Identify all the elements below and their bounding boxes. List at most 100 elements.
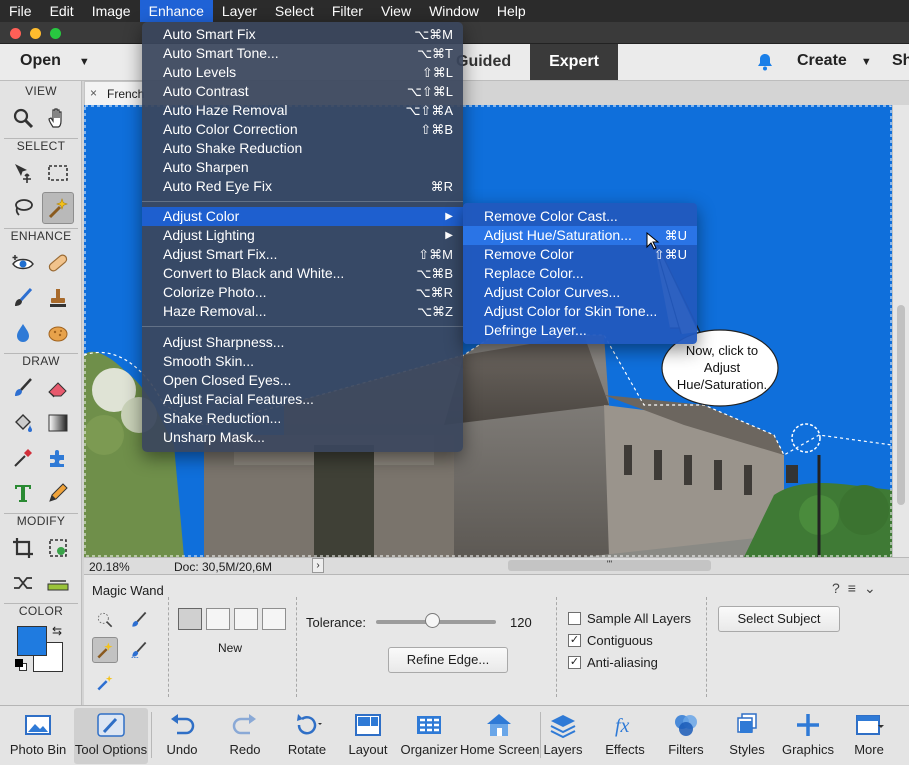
lasso-tool[interactable] [7, 192, 39, 224]
taskbar-home-screen[interactable]: Home Screen [460, 708, 539, 764]
submenu-item-adjust-hue-saturation[interactable]: Adjust Hue/Saturation... ⌘U [463, 226, 697, 245]
menu-item-colorize-photo[interactable]: Colorize Photo... ⌥⌘R [142, 283, 463, 302]
menu-item-adjust-sharpness[interactable]: Adjust Sharpness... [142, 333, 463, 352]
menu-item-auto-red-eye-fix[interactable]: Auto Red Eye Fix ⌘R [142, 177, 463, 196]
taskbar-tool-options[interactable]: Tool Options [74, 708, 148, 764]
menu-item-convert-black-white[interactable]: Convert to Black and White... ⌥⌘B [142, 264, 463, 283]
gradient-tool[interactable] [42, 407, 74, 439]
eraser-tool[interactable] [42, 372, 74, 404]
eyedropper-tool[interactable] [7, 442, 39, 474]
menu-item-auto-contrast[interactable]: Auto Contrast ⌥⇧⌘L [142, 82, 463, 101]
magic-wand-tool[interactable] [42, 192, 74, 224]
swap-colors-icon[interactable]: ⇆ [52, 624, 62, 638]
menu-item-smooth-skin[interactable]: Smooth Skin... [142, 352, 463, 371]
scroll-thumb[interactable] [897, 305, 905, 505]
menu-item-adjust-lighting[interactable]: Adjust Lighting ▶ [142, 226, 463, 245]
type-tool[interactable] [7, 477, 39, 509]
menu-select[interactable]: Select [266, 0, 323, 22]
help-icon[interactable]: ? [832, 580, 840, 597]
crop-tool[interactable] [7, 532, 39, 564]
horizontal-scrollbar[interactable]: ''' [508, 560, 711, 571]
menu-filter[interactable]: Filter [323, 0, 372, 22]
panel-menu-icon[interactable]: ≡ [848, 580, 856, 597]
foreground-color-swatch[interactable] [17, 626, 47, 656]
blur-tool[interactable] [7, 317, 39, 349]
magic-wand-option[interactable] [92, 637, 118, 663]
menu-view[interactable]: View [372, 0, 420, 22]
sample-all-layers-checkbox[interactable]: Sample All Layers [568, 611, 691, 626]
content-aware-move-tool[interactable] [7, 567, 39, 599]
menu-item-shake-reduction[interactable]: Shake Reduction... [142, 409, 463, 428]
menu-edit[interactable]: Edit [41, 0, 83, 22]
menu-item-auto-smart-tone[interactable]: Auto Smart Tone... ⌥⌘T [142, 44, 463, 63]
intersect-selection-mode[interactable] [262, 608, 286, 630]
tab-guided[interactable]: Guided [456, 44, 530, 80]
submenu-item-remove-color[interactable]: Remove Color ⇧⌘U [463, 245, 697, 264]
taskbar-layers[interactable]: Layers [540, 708, 586, 764]
taskbar-redo[interactable]: Redo [216, 708, 274, 764]
recompose-tool[interactable] [42, 532, 74, 564]
zoom-window-button[interactable] [50, 28, 61, 39]
auto-selection-tool[interactable] [92, 669, 118, 695]
taskbar-filters[interactable]: Filters [662, 708, 710, 764]
menu-item-auto-sharpen[interactable]: Auto Sharpen [142, 158, 463, 177]
minimize-window-button[interactable] [30, 28, 41, 39]
menu-item-auto-haze-removal[interactable]: Auto Haze Removal ⌥⇧⌘A [142, 101, 463, 120]
menu-item-unsharp-mask[interactable]: Unsharp Mask... [142, 428, 463, 447]
hand-tool[interactable] [42, 102, 74, 134]
document-tab[interactable]: × French [84, 81, 144, 105]
menu-item-auto-shake-reduction[interactable]: Auto Shake Reduction [142, 139, 463, 158]
selection-brush-tool[interactable] [126, 607, 152, 633]
menu-item-open-closed-eyes[interactable]: Open Closed Eyes... [142, 371, 463, 390]
submenu-item-adjust-color-skin-tone[interactable]: Adjust Color for Skin Tone... [463, 302, 697, 321]
taskbar-more[interactable]: More [844, 708, 894, 764]
tab-expert[interactable]: Expert [530, 44, 618, 80]
checkmark-icon[interactable]: ✓ [568, 656, 581, 669]
taskbar-effects[interactable]: fx Effects [600, 708, 650, 764]
menu-item-auto-levels[interactable]: Auto Levels ⇧⌘L [142, 63, 463, 82]
refine-edge-button[interactable]: Refine Edge... [388, 647, 508, 673]
menu-item-auto-color-correction[interactable]: Auto Color Correction ⇧⌘B [142, 120, 463, 139]
subtract-from-selection-mode[interactable] [234, 608, 258, 630]
checkmark-icon[interactable]: ✓ [568, 634, 581, 647]
red-eye-tool[interactable] [7, 247, 39, 279]
zoom-tool[interactable] [7, 102, 39, 134]
menu-item-adjust-smart-fix[interactable]: Adjust Smart Fix... ⇧⌘M [142, 245, 463, 264]
close-tab-icon[interactable]: × [90, 86, 97, 100]
menu-file[interactable]: File [0, 0, 41, 22]
quick-selection-tool[interactable] [92, 607, 118, 633]
menu-item-adjust-facial-features[interactable]: Adjust Facial Features... [142, 390, 463, 409]
new-selection-mode[interactable] [178, 608, 202, 630]
menu-image[interactable]: Image [83, 0, 140, 22]
bell-icon[interactable] [755, 52, 775, 72]
default-colors-icon[interactable] [15, 659, 27, 671]
taskbar-photo-bin[interactable]: Photo Bin [4, 708, 72, 764]
pencil-tool[interactable] [42, 477, 74, 509]
menu-window[interactable]: Window [420, 0, 488, 22]
status-menu-arrow-icon[interactable]: › [312, 558, 324, 573]
submenu-item-remove-color-cast[interactable]: Remove Color Cast... [463, 207, 697, 226]
add-to-selection-mode[interactable] [206, 608, 230, 630]
clone-stamp-tool[interactable] [42, 282, 74, 314]
move-tool[interactable] [7, 157, 39, 189]
submenu-item-replace-color[interactable]: Replace Color... [463, 264, 697, 283]
vertical-scrollbar[interactable] [892, 105, 909, 557]
open-button[interactable]: Open ▼ [20, 52, 90, 70]
anti-aliasing-checkbox[interactable]: ✓ Anti-aliasing [568, 655, 658, 670]
checkbox-box[interactable] [568, 612, 581, 625]
menu-layer[interactable]: Layer [213, 0, 266, 22]
submenu-item-defringe-layer[interactable]: Defringe Layer... [463, 321, 697, 340]
select-subject-button[interactable]: Select Subject [718, 606, 840, 632]
sponge-tool[interactable] [42, 317, 74, 349]
brush-tool[interactable] [7, 372, 39, 404]
custom-shape-tool[interactable] [42, 442, 74, 474]
menu-item-adjust-color[interactable]: Adjust Color ▶ [142, 207, 463, 226]
healing-brush-tool[interactable] [42, 247, 74, 279]
menu-item-auto-smart-fix[interactable]: Auto Smart Fix ⌥⌘M [142, 25, 463, 44]
taskbar-layout[interactable]: Layout [340, 708, 396, 764]
collapse-chevron-icon[interactable]: ⌄ [864, 580, 876, 597]
contiguous-checkbox[interactable]: ✓ Contiguous [568, 633, 653, 648]
share-button[interactable]: Sh [892, 52, 909, 70]
menu-item-haze-removal[interactable]: Haze Removal... ⌥⌘Z [142, 302, 463, 321]
straighten-tool[interactable] [42, 567, 74, 599]
